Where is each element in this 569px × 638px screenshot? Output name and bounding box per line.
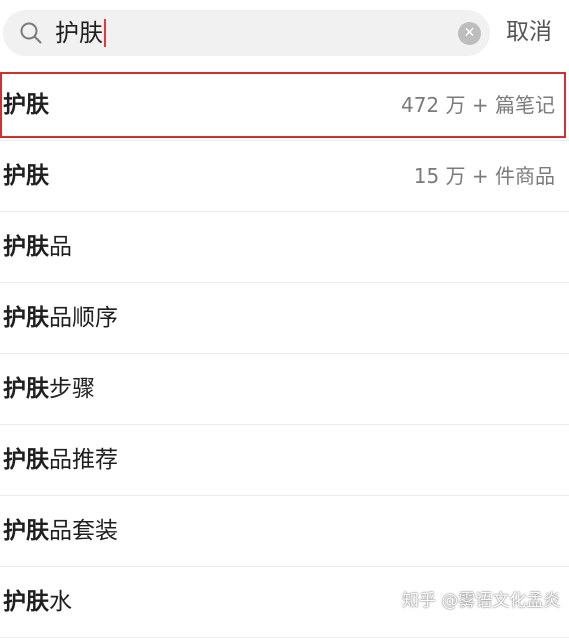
suggestion-highlight: 护肤: [3, 92, 49, 118]
suggestion-highlight: 护肤: [3, 589, 49, 615]
suggestion-label: 护肤品推荐: [3, 425, 118, 495]
search-bar: 护肤 ✕ 取消: [0, 0, 569, 70]
suggestion-highlight: 护肤: [3, 305, 49, 331]
suggestion-label: 护肤: [3, 141, 49, 211]
suggestion-label: 护肤: [3, 70, 49, 140]
suggestion-highlight: 护肤: [3, 376, 49, 402]
suggestion-rest: 水: [49, 589, 72, 615]
suggestion-rest: 品顺序: [49, 305, 118, 331]
suggestion-rest: 步骤: [49, 376, 95, 402]
watermark: 知乎 @雾语文化孟炎: [402, 591, 561, 611]
search-box[interactable]: 护肤 ✕: [3, 10, 490, 56]
suggestion-rest: 品: [49, 234, 72, 260]
suggestion-item[interactable]: 护肤 472 万 + 篇笔记: [0, 70, 569, 141]
clear-button[interactable]: ✕: [458, 22, 481, 45]
suggestion-label: 护肤水: [3, 567, 72, 637]
suggestion-item[interactable]: 护肤品顺序: [0, 283, 569, 354]
cancel-button[interactable]: 取消: [506, 17, 552, 47]
suggestion-item[interactable]: 护肤步骤: [0, 354, 569, 425]
suggestion-label: 护肤步骤: [3, 354, 95, 424]
suggestion-highlight: 护肤: [3, 518, 49, 544]
suggestion-rest: 品套装: [49, 518, 118, 544]
suggestion-rest: 品推荐: [49, 447, 118, 473]
close-icon: ✕: [463, 25, 476, 41]
search-icon: [20, 22, 42, 44]
search-query-text: 护肤: [55, 19, 103, 47]
suggestion-item[interactable]: 护肤品推荐: [0, 425, 569, 496]
search-input[interactable]: 护肤: [55, 19, 106, 47]
suggestion-label: 护肤品套装: [3, 496, 118, 566]
suggestion-label: 护肤品顺序: [3, 283, 118, 353]
text-caret: [104, 19, 106, 47]
suggestion-label: 护肤品: [3, 212, 72, 282]
suggestion-count: 472 万 + 篇笔记: [400, 93, 555, 117]
suggestion-item[interactable]: 护肤品: [0, 212, 569, 283]
suggestion-count: 15 万 + 件商品: [413, 164, 555, 188]
suggestion-highlight: 护肤: [3, 234, 49, 260]
suggestion-item[interactable]: 护肤品套装: [0, 496, 569, 567]
suggestion-highlight: 护肤: [3, 447, 49, 473]
suggestion-item[interactable]: 护肤 15 万 + 件商品: [0, 141, 569, 212]
suggestion-highlight: 护肤: [3, 163, 49, 189]
